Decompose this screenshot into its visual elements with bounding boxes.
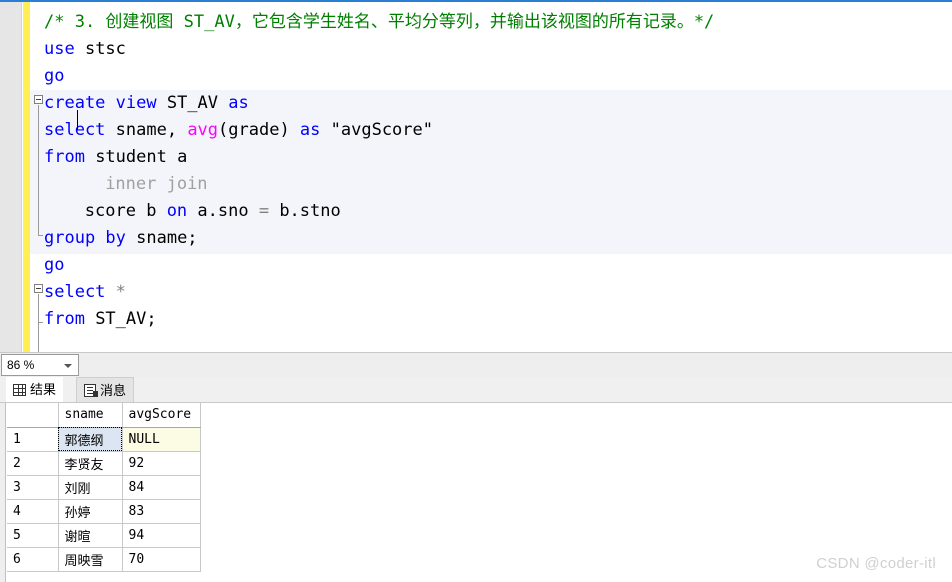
text-caret (77, 110, 78, 130)
cell-sname[interactable]: 郭德纲 (58, 427, 123, 452)
code-line[interactable]: score b on a.sno = b.stno (85, 198, 341, 225)
code-token: score b (84, 201, 167, 221)
tab-results[interactable]: 结果 (6, 377, 64, 402)
code-token: as (228, 93, 249, 113)
code-token: inner join (105, 174, 208, 194)
tab-messages-label: 消息 (100, 382, 127, 398)
code-token: /* 3. 创建视图 ST_AV，它包含学生姓名、平均分等列，并输出该视图的所有… (44, 12, 715, 32)
code-token: ST_AV; (84, 309, 157, 329)
sql-editor-pane[interactable]: /* 3. 创建视图 ST_AV，它包含学生姓名、平均分等列，并输出该视图的所有… (0, 0, 952, 352)
cell-avgscore[interactable]: 92 (122, 451, 201, 476)
code-token: create view (44, 93, 157, 113)
cell-sname[interactable]: 周映雪 (58, 547, 123, 572)
row-number-cell[interactable]: 5 (7, 523, 59, 548)
chevron-down-icon[interactable] (64, 364, 72, 368)
code-token: sname; (125, 228, 198, 248)
code-token: avg (187, 120, 219, 140)
table-row[interactable]: 5 谢暄 94 (7, 523, 201, 548)
grid-icon (13, 383, 26, 396)
code-token: student a (84, 147, 188, 167)
code-line[interactable]: group by sname; (44, 225, 198, 252)
tab-results-label: 结果 (30, 382, 57, 397)
row-number-cell[interactable]: 1 (7, 427, 59, 452)
code-token: go (44, 66, 65, 86)
code-line[interactable]: go (44, 63, 64, 90)
code-line[interactable]: go (44, 252, 64, 279)
results-left-margin (0, 403, 6, 582)
editor-text-surface[interactable]: /* 3. 创建视图 ST_AV，它包含学生姓名、平均分等列，并输出该视图的所有… (30, 2, 952, 352)
zoom-level-value: 86 % (7, 358, 35, 372)
row-number-cell[interactable]: 4 (7, 499, 59, 524)
code-token: group by (44, 228, 126, 248)
message-icon (84, 383, 98, 397)
cell-avgscore[interactable]: 84 (122, 475, 201, 500)
code-token: ST_AV (156, 93, 229, 113)
code-line[interactable]: create view ST_AV as (44, 90, 249, 117)
cell-sname[interactable]: 李贤友 (58, 451, 123, 476)
row-number-cell[interactable]: 2 (7, 451, 59, 476)
editor-gutter (0, 2, 22, 352)
code-line[interactable]: select * (44, 279, 126, 306)
table-header-row: sname avgScore (7, 403, 201, 428)
column-header-sname[interactable]: sname (58, 403, 123, 428)
row-number-cell[interactable]: 6 (7, 547, 59, 572)
code-token: from (44, 309, 85, 329)
table-row[interactable]: 4 孙婷 83 (7, 499, 201, 524)
column-header-avgscore[interactable]: avgScore (122, 403, 201, 428)
code-token: * (115, 282, 126, 302)
code-line[interactable]: from ST_AV; (44, 306, 157, 333)
cell-sname[interactable]: 谢暄 (58, 523, 123, 548)
zoom-level-dropdown[interactable]: 86 % (1, 354, 79, 376)
code-token: as (299, 120, 321, 140)
results-tab-bar[interactable]: 结果 消息 (0, 377, 952, 403)
code-token: = (258, 201, 270, 221)
results-grid-pane[interactable]: sname avgScore 1 郭德纲 NULL 2 李贤友 92 3 刘刚 84 4 孙婷 83 5… (0, 403, 952, 582)
code-line[interactable]: inner join (105, 171, 207, 198)
cell-avgscore[interactable]: 94 (122, 523, 201, 548)
column-header-rownum[interactable] (7, 403, 59, 428)
code-line[interactable]: /* 3. 创建视图 ST_AV，它包含学生姓名、平均分等列，并输出该视图的所有… (44, 9, 714, 36)
code-line[interactable]: select sname, avg(grade) as "avgScore" (44, 117, 433, 144)
table-body: 1 郭德纲 NULL 2 李贤友 92 3 刘刚 84 4 孙婷 83 5 谢暄 94 6 周映雪 70 (7, 427, 201, 572)
code-line[interactable]: use stsc (44, 36, 126, 63)
code-lines-container[interactable]: /* 3. 创建视图 ST_AV，它包含学生姓名、平均分等列，并输出该视图的所有… (30, 2, 952, 352)
table-row[interactable]: 2 李贤友 92 (7, 451, 201, 476)
csdn-watermark: CSDN @coder-itl (816, 555, 936, 572)
results-table[interactable]: sname avgScore 1 郭德纲 NULL 2 李贤友 92 3 刘刚 84 4 孙婷 83 5… (7, 403, 201, 572)
code-token: select (44, 282, 106, 302)
cell-avgscore[interactable]: 70 (122, 547, 201, 572)
code-token: "avgScore" (320, 120, 433, 140)
code-token: (grade) (218, 120, 300, 140)
unsaved-change-bar (23, 2, 30, 352)
code-token: sname, (105, 120, 188, 140)
code-token: b.stno (269, 201, 341, 221)
code-token: use (44, 39, 75, 59)
cell-avgscore[interactable]: NULL (122, 427, 201, 452)
code-token: on (166, 201, 188, 221)
cell-avgscore[interactable]: 83 (122, 499, 201, 524)
table-row[interactable]: 1 郭德纲 NULL (7, 427, 201, 452)
table-row[interactable]: 3 刘刚 84 (7, 475, 201, 500)
code-token: a.sno (187, 201, 259, 221)
code-line[interactable]: from student a (44, 144, 187, 171)
code-token: from (44, 147, 85, 167)
cell-sname[interactable]: 刘刚 (58, 475, 123, 500)
code-token: stsc (74, 39, 126, 59)
row-number-cell[interactable]: 3 (7, 475, 59, 500)
editor-status-strip: 86 % (0, 352, 952, 377)
cell-sname[interactable]: 孙婷 (58, 499, 123, 524)
code-token: select (44, 120, 106, 140)
table-row[interactable]: 6 周映雪 70 (7, 547, 201, 572)
code-token: go (44, 255, 65, 275)
tab-messages[interactable]: 消息 (76, 377, 135, 402)
